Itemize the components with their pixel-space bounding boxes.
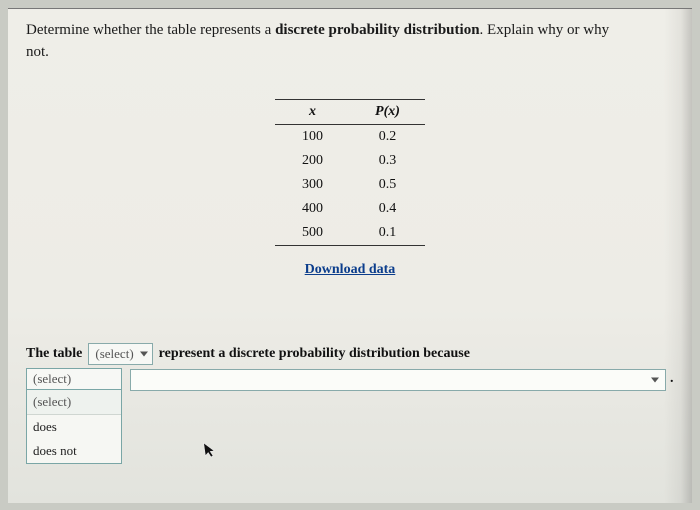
dropdown-list: (select) does does not bbox=[26, 390, 122, 464]
cell-p: 0.3 bbox=[350, 149, 425, 173]
cell-x: 100 bbox=[275, 125, 350, 149]
answer-period: . bbox=[670, 371, 674, 387]
dropdown-option-placeholder[interactable]: (select) bbox=[27, 390, 121, 415]
answer-area: The table (select) represent a discrete … bbox=[26, 343, 668, 365]
cell-p: 0.5 bbox=[350, 173, 425, 197]
answer-prefix: The table bbox=[26, 346, 82, 362]
answer-mid: represent a discrete probability distrib… bbox=[159, 346, 470, 362]
question-part-c: . Explain why or why bbox=[480, 22, 610, 38]
dropdown-option-does-not[interactable]: does not bbox=[27, 439, 121, 463]
select-does-doesnot[interactable]: (select) bbox=[88, 343, 152, 365]
question-line2: not. bbox=[26, 44, 49, 60]
download-data-link[interactable]: Download data bbox=[305, 262, 396, 277]
table-header-px: P(x) bbox=[375, 104, 400, 119]
question-part-a: Determine whether the table represents a bbox=[26, 22, 275, 38]
cursor-icon bbox=[202, 440, 219, 465]
cell-x: 200 bbox=[275, 149, 350, 173]
table-row: 200 0.3 bbox=[275, 149, 425, 173]
question-text: Determine whether the table represents a… bbox=[26, 19, 666, 63]
select-placeholder: (select) bbox=[95, 346, 133, 362]
cell-x: 500 bbox=[275, 221, 350, 245]
cell-p: 0.1 bbox=[350, 221, 425, 245]
select-does-doesnot-open[interactable]: (select) bbox=[26, 368, 122, 390]
table-row: 500 0.1 bbox=[275, 221, 425, 245]
cell-p: 0.2 bbox=[350, 125, 425, 149]
table-row: 100 0.2 bbox=[275, 125, 425, 149]
select-reason[interactable] bbox=[130, 369, 666, 391]
cell-p: 0.4 bbox=[350, 197, 425, 221]
table-row: 400 0.4 bbox=[275, 197, 425, 221]
chevron-down-icon bbox=[651, 378, 659, 383]
table-row: 300 0.5 bbox=[275, 173, 425, 197]
dropdown-option-does[interactable]: does bbox=[27, 415, 121, 439]
chevron-down-icon bbox=[140, 352, 148, 357]
cell-x: 400 bbox=[275, 197, 350, 221]
question-bold: discrete probability distribution bbox=[275, 22, 479, 38]
cell-x: 300 bbox=[275, 173, 350, 197]
probability-table: x P(x) 100 0.2 200 0.3 300 0.5 400 0.4 5… bbox=[275, 99, 425, 246]
table-header-x: x bbox=[309, 104, 316, 119]
select-placeholder: (select) bbox=[33, 371, 71, 386]
